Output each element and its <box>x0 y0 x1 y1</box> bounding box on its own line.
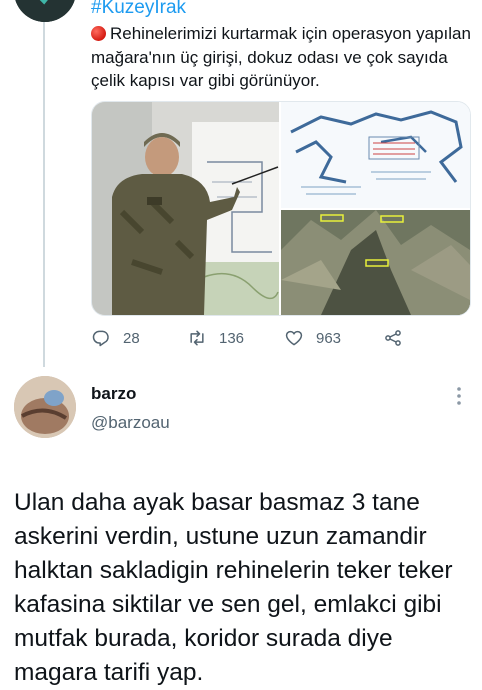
reply-author-handle[interactable]: @barzoau <box>91 413 170 433</box>
like-count: 963 <box>316 329 342 347</box>
media-photo-officer[interactable] <box>92 102 279 315</box>
thread-connector-line <box>43 22 45 367</box>
media-cave-schematic[interactable] <box>281 102 470 208</box>
hashtag-link[interactable]: #KuzeyIrak <box>91 0 186 19</box>
like-button[interactable]: 963 <box>284 327 341 349</box>
retweet-count: 136 <box>219 329 245 347</box>
tweet-body: Rehinelerimizi kurtarmak için operasyon … <box>91 24 471 90</box>
reply-count: 28 <box>123 329 140 347</box>
reply-icon <box>92 330 109 347</box>
share-icon <box>385 330 401 346</box>
share-button[interactable] <box>383 327 415 349</box>
reply-author-name[interactable]: barzo <box>91 384 136 404</box>
more-options-icon[interactable] <box>452 385 466 407</box>
retweet-button[interactable]: 136 <box>187 327 244 349</box>
media-aerial-terrain[interactable] <box>281 210 470 315</box>
tweet-text: Rehinelerimizi kurtarmak için operasyon … <box>91 22 476 93</box>
like-icon <box>285 330 303 346</box>
author-avatar[interactable] <box>14 0 76 22</box>
reply-text: Ulan daha ayak basar basmaz 3 tane asker… <box>14 489 453 686</box>
reply-button[interactable]: 28 <box>91 327 140 349</box>
red-circle-icon <box>91 26 106 41</box>
retweet-icon <box>190 330 204 346</box>
reply-author-avatar[interactable] <box>14 376 76 438</box>
tweet-media-grid[interactable] <box>91 101 471 316</box>
